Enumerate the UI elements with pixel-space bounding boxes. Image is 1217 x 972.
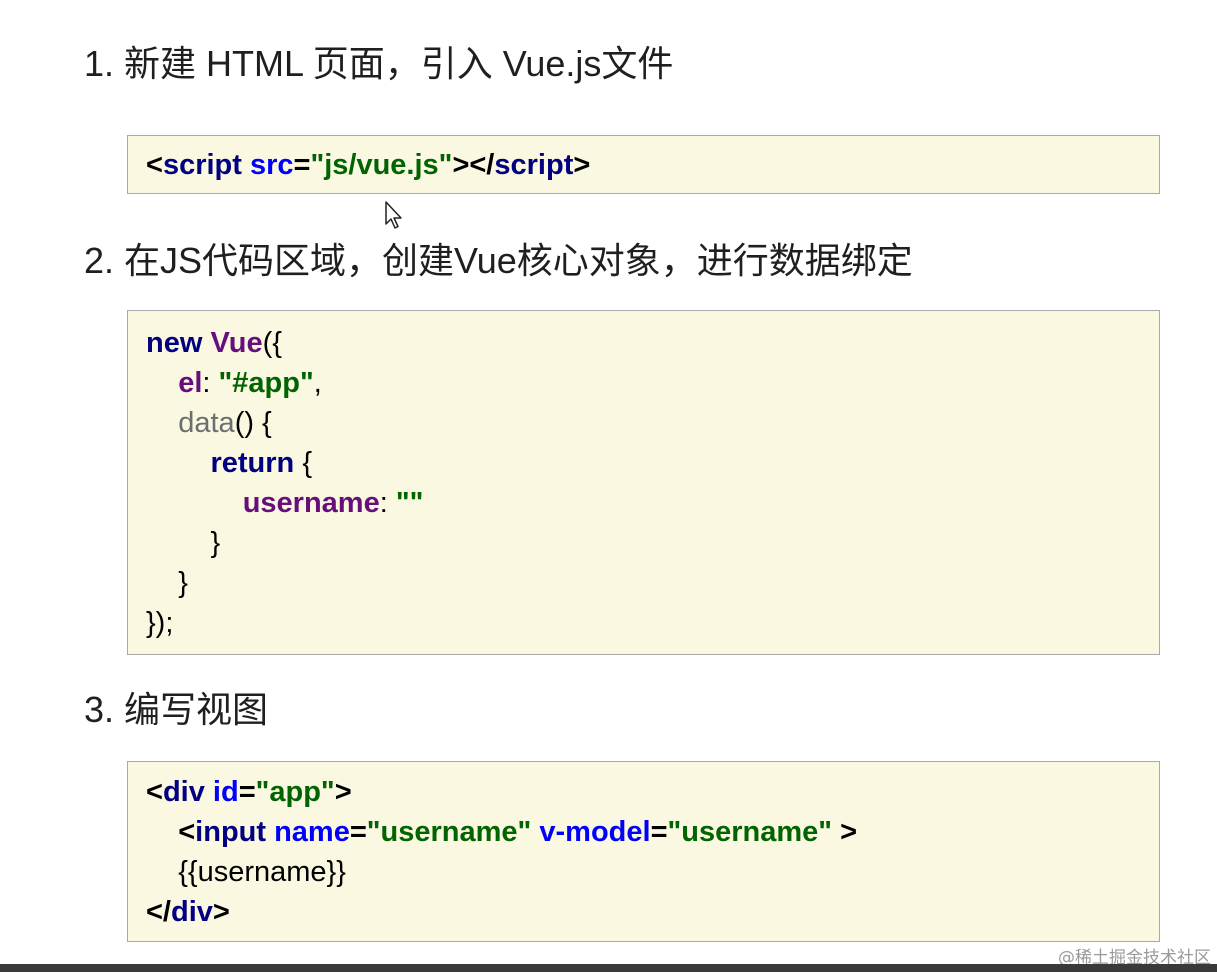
- code-token: =: [238, 776, 256, 808]
- code-token: =: [349, 816, 367, 848]
- code-attr: v-model: [539, 816, 651, 848]
- code-line: <div id="app">: [146, 772, 1141, 812]
- code-attr: name: [274, 816, 350, 848]
- code-line: {{username}}: [146, 852, 1141, 892]
- code-property: username: [242, 487, 380, 519]
- code-line: }: [146, 563, 1141, 603]
- step-2-heading: 2. 在JS代码区域，创建Vue核心对象，进行数据绑定: [84, 240, 913, 281]
- code-string: "username": [667, 816, 833, 848]
- code-token: >: [334, 776, 352, 808]
- code-tag: script: [494, 149, 574, 181]
- code-line: <script src="js/vue.js"></script>: [146, 145, 1141, 185]
- code-token: <: [146, 776, 163, 808]
- code-token: {: [294, 447, 313, 479]
- code-line: return {: [146, 443, 1141, 483]
- bottom-border: [0, 964, 1217, 972]
- code-class: Vue: [210, 327, 263, 359]
- code-line: new Vue({: [146, 323, 1141, 363]
- code-token: ({: [262, 327, 282, 359]
- code-token: :: [379, 487, 396, 519]
- code-block-include-vue: <script src="js/vue.js"></script>: [127, 135, 1160, 194]
- step-1-heading: 1. 新建 HTML 页面，引入 Vue.js文件: [84, 43, 674, 84]
- code-token: ,: [313, 367, 322, 399]
- code-line: </div>: [146, 892, 1141, 932]
- code-tag: div: [162, 776, 205, 808]
- code-line: });: [146, 603, 1141, 643]
- code-token: <: [146, 149, 163, 181]
- code-line: <input name="username" v-model="username…: [146, 812, 1141, 852]
- code-method: data: [178, 407, 235, 439]
- code-interpolation: {{username}}: [178, 856, 346, 888]
- code-string: "username": [366, 816, 532, 848]
- code-token: });: [146, 607, 174, 639]
- code-line: data() {: [146, 403, 1141, 443]
- code-tag: div: [171, 896, 213, 928]
- code-token: () {: [234, 407, 272, 439]
- code-token: </: [146, 896, 171, 928]
- code-tag: input: [195, 816, 267, 848]
- code-string: "": [395, 487, 424, 519]
- code-line: el: "#app",: [146, 363, 1141, 403]
- code-token: >: [212, 896, 230, 928]
- step-3-heading: 3. 编写视图: [84, 689, 269, 730]
- code-tag: script: [162, 149, 242, 181]
- code-keyword: return: [210, 447, 295, 479]
- code-token: >: [832, 816, 858, 848]
- code-attr: id: [212, 776, 239, 808]
- mouse-pointer-icon: [385, 201, 402, 229]
- code-token: }: [178, 567, 188, 599]
- code-line: username: "": [146, 483, 1141, 523]
- code-string: "app": [255, 776, 335, 808]
- code-token: ></: [452, 149, 495, 181]
- code-block-view: <div id="app"> <input name="username" v-…: [127, 761, 1160, 942]
- code-attr: src: [249, 149, 294, 181]
- code-token: >: [573, 149, 591, 181]
- code-string: "js/vue.js": [310, 149, 453, 181]
- code-token: :: [202, 367, 219, 399]
- code-property: el: [178, 367, 203, 399]
- code-token: }: [210, 527, 221, 559]
- code-token: <: [178, 816, 196, 848]
- code-keyword: new: [146, 327, 203, 359]
- code-line: }: [146, 523, 1141, 563]
- code-token: =: [650, 816, 668, 848]
- code-string: "#app": [218, 367, 314, 399]
- code-block-vue-instance: new Vue({ el: "#app", data() { return { …: [127, 310, 1160, 655]
- code-token: =: [293, 149, 311, 181]
